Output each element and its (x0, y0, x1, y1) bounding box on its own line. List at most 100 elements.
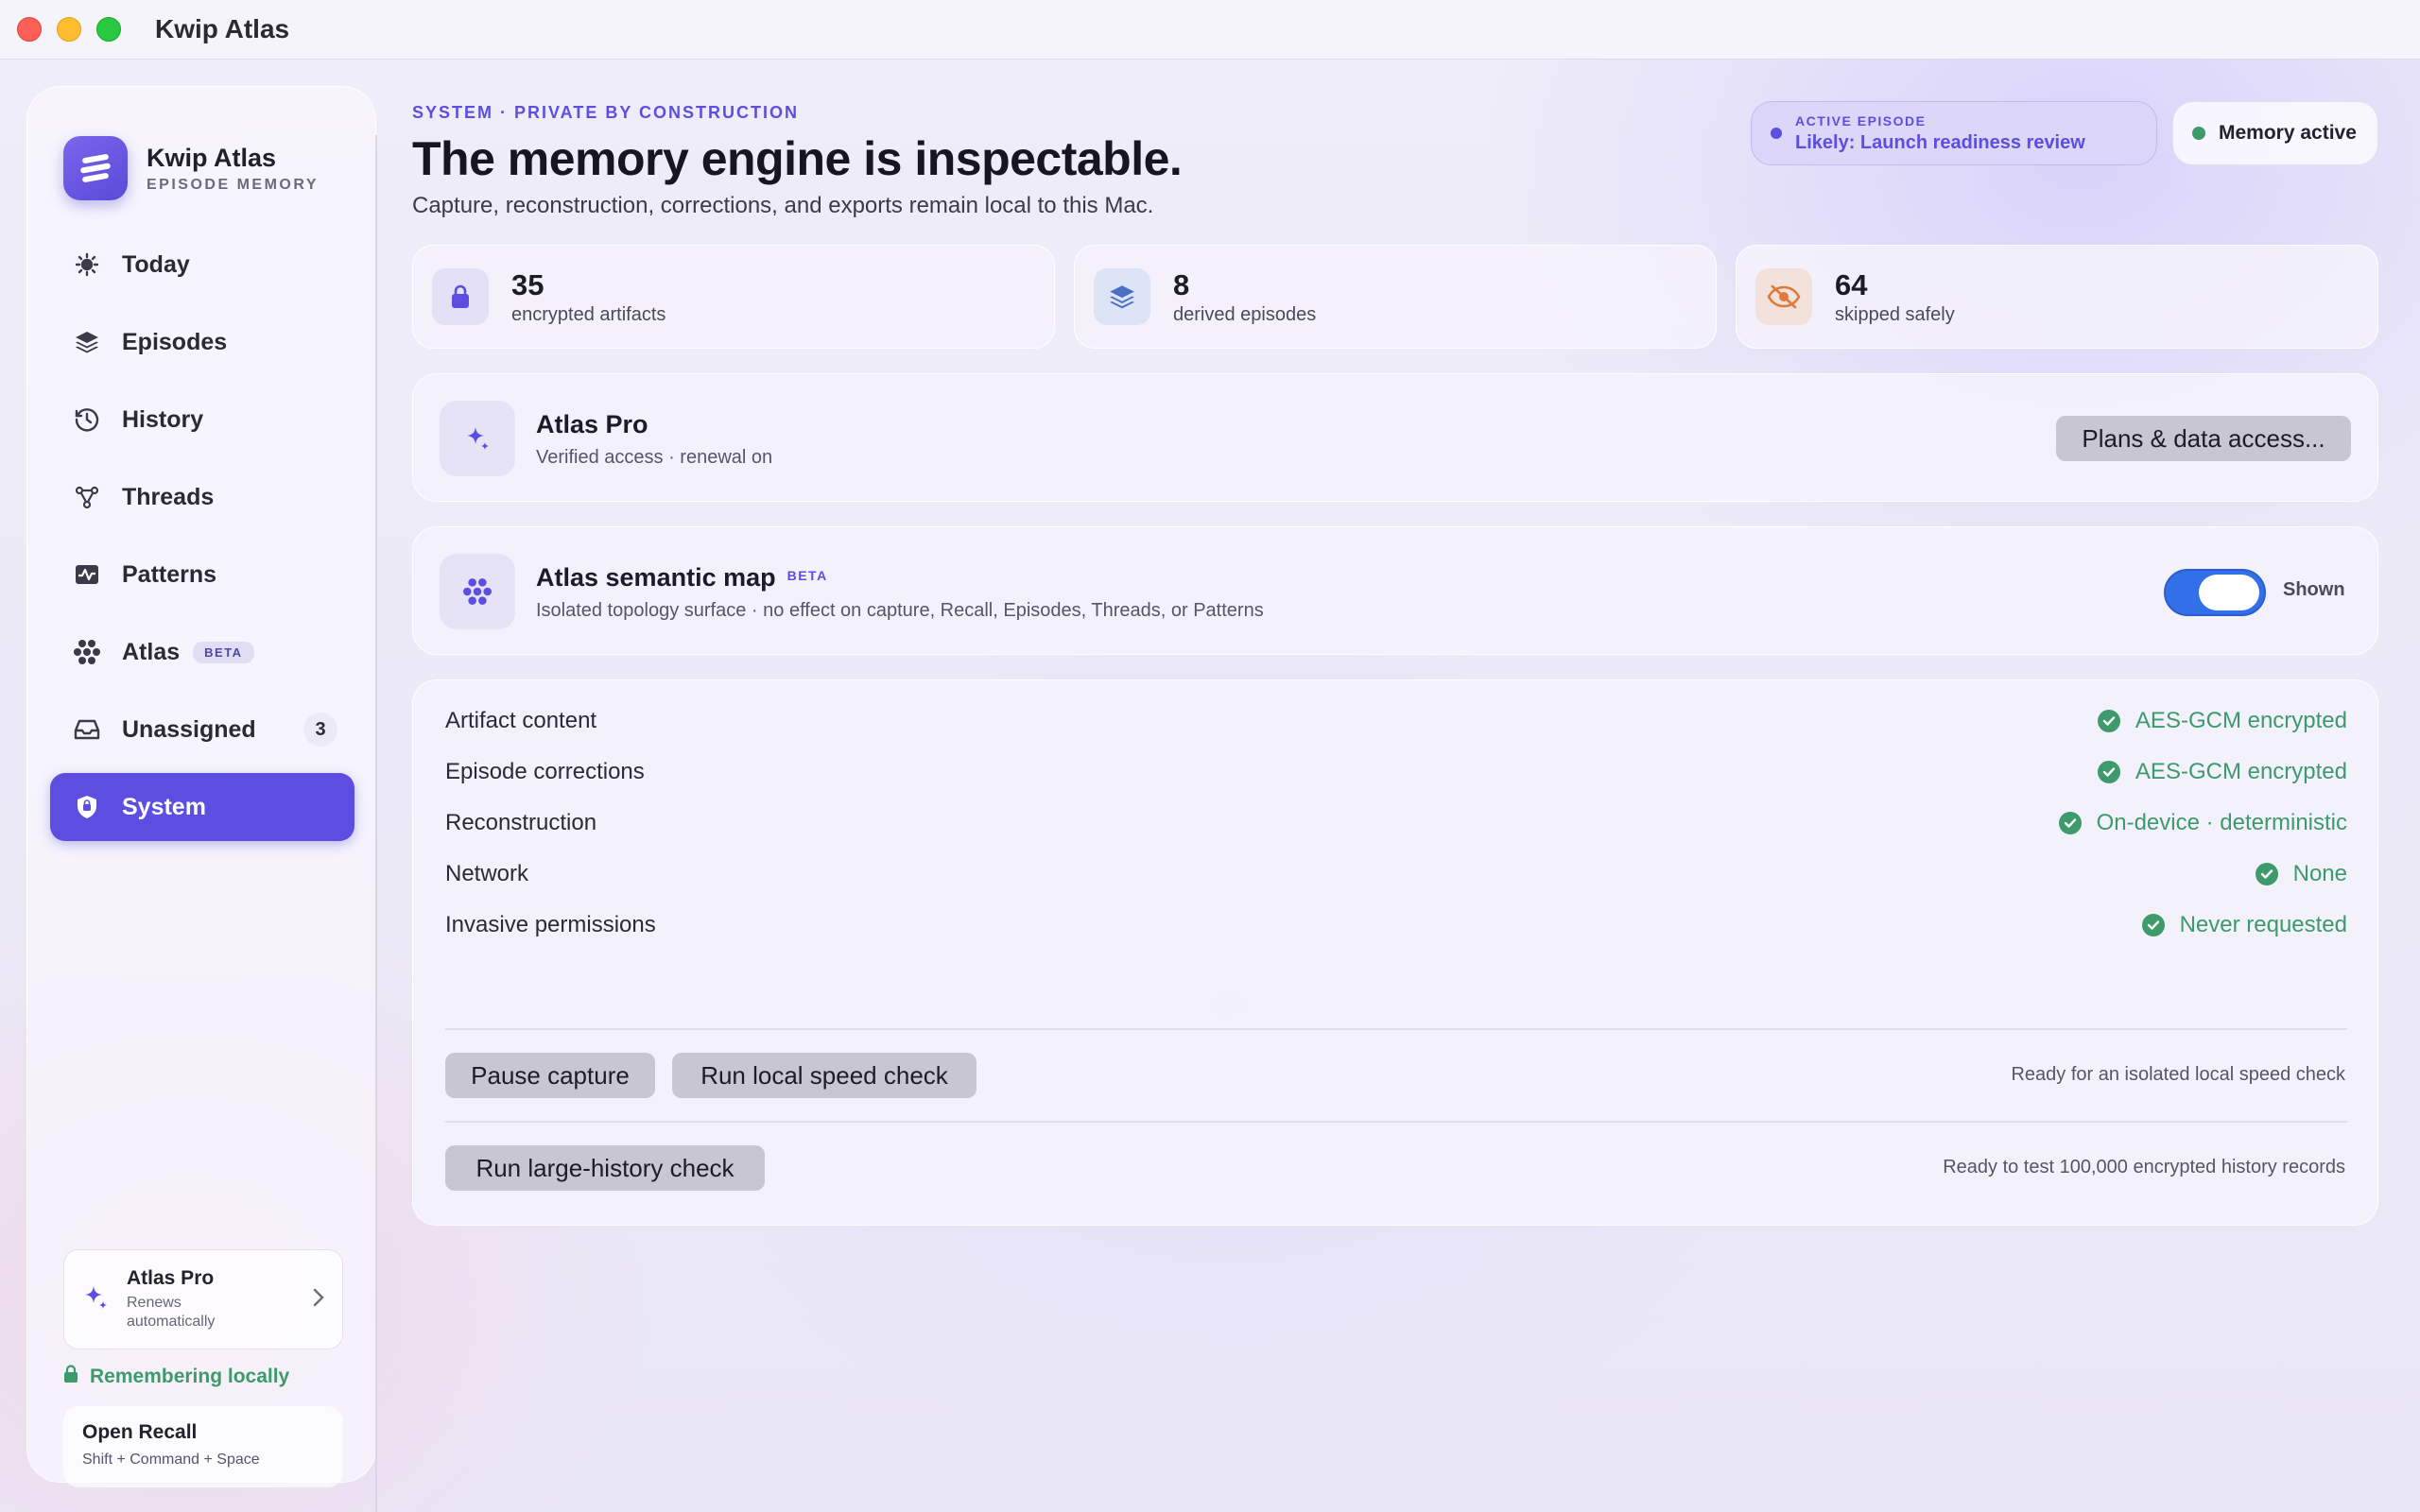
security-row: Network None (445, 849, 2347, 900)
beta-badge: BETA (786, 568, 828, 583)
semantic-map-toggle[interactable] (2164, 569, 2266, 616)
divider (445, 1028, 2347, 1030)
row-label: Network (445, 861, 529, 886)
atlas-cluster-icon (71, 636, 103, 668)
active-episode-pill[interactable]: ACTIVE EPISODE Likely: Launch readiness … (1751, 101, 2157, 165)
active-episode-label: ACTIVE EPISODE (1795, 112, 1927, 129)
window-titlebar: Kwip Atlas (0, 0, 2420, 60)
sidebar-divider (375, 135, 377, 1512)
brand-subtitle: EPISODE MEMORY (147, 176, 319, 193)
security-row: Artifact content AES-GCM encrypted (445, 696, 2347, 747)
run-speed-check-button[interactable]: Run local speed check (672, 1053, 977, 1098)
eye-slash-icon (1755, 268, 1812, 325)
active-episode-value: Likely: Launch readiness review (1795, 131, 2085, 153)
semantic-map-title: Atlas semantic map (536, 563, 776, 592)
stat-value: 35 (511, 267, 544, 301)
page-subtitle: Capture, reconstruction, corrections, an… (412, 193, 1154, 218)
pro-card-subtitle: Renews automatically (127, 1295, 216, 1330)
history-clock-icon (71, 404, 103, 436)
sidebar-item-label: Atlas (122, 638, 181, 665)
app-content: Kwip Atlas EPISODE MEMORY Today Episodes… (0, 60, 2420, 1512)
page-eyebrow: SYSTEM · PRIVATE BY CONSTRUCTION (412, 103, 800, 122)
sidebar-item-label: Threads (122, 483, 215, 510)
zoom-window-button[interactable] (96, 17, 121, 42)
check-circle-icon (2097, 761, 2120, 783)
pro-card-title: Atlas Pro (127, 1267, 215, 1289)
remembering-status: Remembering locally (63, 1365, 289, 1389)
security-row: Reconstruction On-device · deterministic (445, 798, 2347, 849)
sidebar-item-label: System (122, 793, 206, 820)
close-window-button[interactable] (17, 17, 42, 42)
stat-card-skipped: 64 skipped safely (1736, 245, 2378, 349)
row-value: None (2292, 861, 2347, 886)
row-value: AES-GCM encrypted (2135, 759, 2347, 784)
sidebar-item-episodes[interactable]: Episodes (50, 308, 354, 376)
sparkle-icon (81, 1283, 110, 1316)
stat-card-episodes: 8 derived episodes (1074, 245, 1717, 349)
sidebar-item-label: History (122, 405, 204, 433)
sidebar-item-label: Today (122, 250, 190, 278)
semantic-map-panel: Atlas semantic map BETA Isolated topology… (412, 526, 2378, 655)
sidebar-item-atlas[interactable]: Atlas BETA (50, 618, 354, 686)
row-label: Reconstruction (445, 810, 597, 835)
sidebar-item-label: Patterns (122, 560, 217, 588)
sidebar-item-threads[interactable]: Threads (50, 463, 354, 531)
sparkle-icon (440, 401, 515, 476)
atlas-pro-card[interactable]: Atlas Pro Renews automatically (63, 1249, 343, 1349)
row-value: AES-GCM encrypted (2135, 708, 2347, 733)
row-label: Artifact content (445, 708, 597, 733)
divider (445, 1121, 2347, 1123)
row-label: Episode corrections (445, 759, 645, 784)
minimize-window-button[interactable] (57, 17, 81, 42)
toggle-label: Shown (2283, 579, 2345, 600)
sidebar-item-today[interactable]: Today (50, 231, 354, 299)
sidebar-item-system[interactable]: System (50, 773, 354, 841)
speed-check-status: Ready for an isolated local speed check (2011, 1064, 2345, 1085)
pro-panel-title: Atlas Pro (536, 410, 648, 438)
recall-title: Open Recall (82, 1421, 198, 1443)
memory-status-text: Memory active (2219, 122, 2357, 144)
atlas-cluster-icon (440, 554, 515, 629)
unassigned-count-badge: 3 (303, 713, 337, 747)
inbox-tray-icon (71, 713, 103, 746)
sidebar: Kwip Atlas EPISODE MEMORY Today Episodes… (26, 86, 376, 1487)
history-check-status: Ready to test 100,000 encrypted history … (1943, 1157, 2345, 1177)
pulse-chart-icon (71, 558, 103, 591)
check-circle-icon (2141, 914, 2165, 936)
stat-value: 8 (1173, 267, 1190, 301)
security-row: Episode corrections AES-GCM encrypted (445, 747, 2347, 798)
window-title: Kwip Atlas (155, 14, 290, 43)
sun-icon (71, 249, 103, 281)
plans-data-access-button[interactable]: Plans & data access... (2056, 416, 2351, 461)
layers-icon (71, 326, 103, 358)
status-dot-icon (2192, 127, 2205, 140)
memory-status-pill[interactable]: Memory active (2172, 101, 2378, 165)
pause-capture-button[interactable]: Pause capture (445, 1053, 655, 1098)
brand: Kwip Atlas EPISODE MEMORY (63, 136, 319, 200)
open-recall-button[interactable]: Open Recall Shift + Command + Space (63, 1406, 343, 1487)
security-panel: Artifact content AES-GCM encrypted Episo… (412, 679, 2378, 1226)
check-circle-icon (2097, 710, 2120, 732)
row-label: Invasive permissions (445, 912, 656, 937)
security-row: Invasive permissions Never requested (445, 900, 2347, 951)
shield-icon (71, 791, 103, 823)
stat-label: skipped safely (1835, 303, 1955, 325)
recall-shortcut: Shift + Command + Space (82, 1452, 260, 1468)
page-title: The memory engine is inspectable. (412, 132, 1183, 185)
sidebar-item-history[interactable]: History (50, 386, 354, 454)
stat-label: derived episodes (1173, 303, 1317, 325)
stat-value: 64 (1835, 267, 1868, 301)
run-large-history-check-button[interactable]: Run large-history check (445, 1145, 765, 1191)
sidebar-item-patterns[interactable]: Patterns (50, 541, 354, 609)
pro-panel-subtitle: Verified access · renewal on (536, 447, 773, 468)
row-value: Never requested (2179, 912, 2347, 937)
atlas-pro-panel: Atlas Pro Verified access · renewal on P… (412, 373, 2378, 502)
remembering-text: Remembering locally (90, 1366, 290, 1387)
window-controls (17, 17, 121, 42)
semantic-map-subtitle: Isolated topology surface · no effect on… (536, 600, 1264, 621)
check-circle-icon (2255, 863, 2278, 885)
sidebar-nav: Today Episodes History Threads Patterns … (50, 231, 354, 850)
sidebar-item-unassigned[interactable]: Unassigned 3 (50, 696, 354, 764)
row-value: On-device · deterministic (2096, 810, 2347, 835)
chevron-right-icon (312, 1287, 325, 1313)
